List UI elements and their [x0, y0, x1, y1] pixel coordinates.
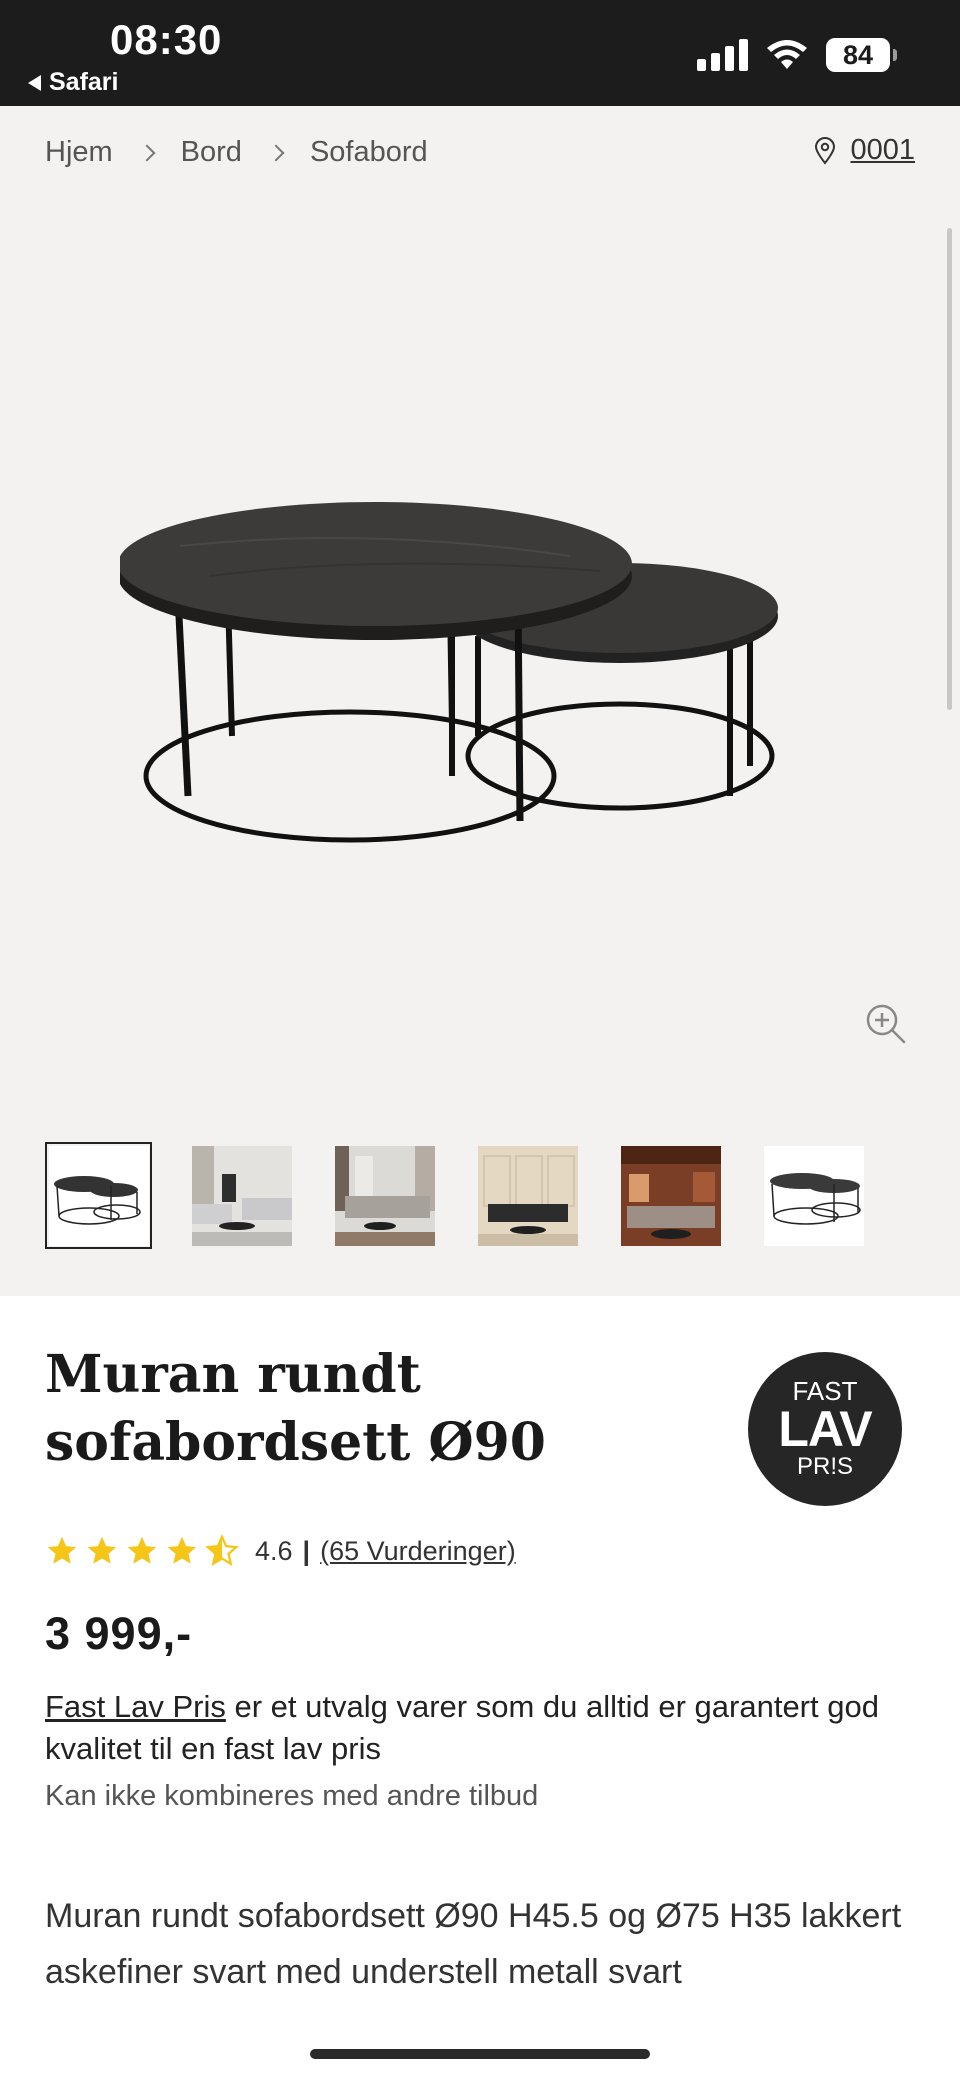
- breadcrumb-home[interactable]: Hjem: [45, 136, 113, 169]
- battery-icon: 84: [826, 38, 897, 72]
- promo-text: Fast Lav Pris er et utvalg varer som du …: [45, 1686, 925, 1770]
- product-description: Muran rundt sofabordsett Ø90 H45.5 og Ø7…: [45, 1897, 902, 1991]
- thumbnail-6[interactable]: [760, 1142, 867, 1249]
- store-location[interactable]: 0001: [814, 134, 915, 167]
- thumbnail-5[interactable]: [617, 1142, 724, 1249]
- status-bar: 08:30 Safari 84: [0, 0, 960, 106]
- star-full-icon: [167, 1536, 197, 1564]
- product-price: 3 999,-: [45, 1608, 193, 1659]
- star-full-icon: [47, 1536, 77, 1564]
- star-full-icon: [87, 1536, 117, 1564]
- promo-note: Kan ikke kombineres med andre tilbud: [45, 1780, 539, 1812]
- breadcrumb-sofabord[interactable]: Sofabord: [310, 136, 428, 169]
- thumbnail-2[interactable]: [188, 1142, 295, 1249]
- product-gallery: Hjem Bord Sofabord 0001: [0, 106, 960, 1296]
- fast-lav-pris-link[interactable]: Fast Lav Pris: [45, 1689, 226, 1724]
- reviews-link[interactable]: (65 Vurderinger): [320, 1536, 516, 1567]
- back-arrow-icon: [28, 74, 41, 91]
- breadcrumb-bord[interactable]: Bord: [181, 136, 242, 169]
- thumbnail-strip: [45, 1142, 903, 1249]
- rating-divider: |: [302, 1535, 311, 1566]
- location-pin-icon: [815, 136, 836, 165]
- back-label: Safari: [49, 68, 119, 96]
- thumbnail-livingroom-image: [191, 1145, 292, 1246]
- product-main-image[interactable]: [120, 436, 840, 856]
- thumbnail-beige-room-image: [477, 1145, 578, 1246]
- thumbnail-sofa-image: [334, 1145, 435, 1246]
- location-code: 0001: [850, 134, 915, 166]
- wifi-icon: [767, 40, 807, 69]
- chevron-right-icon: [138, 144, 156, 161]
- cellular-signal-icon: [697, 39, 748, 71]
- gallery-scrollbar[interactable]: [947, 228, 952, 710]
- fast-lav-pris-badge: FAST LAV PR!S: [748, 1352, 902, 1506]
- status-time: 08:30: [110, 16, 223, 63]
- badge-line-2: LAV: [778, 1401, 872, 1457]
- star-rating: [45, 1534, 239, 1568]
- chevron-right-icon: [267, 144, 285, 161]
- star-full-icon: [127, 1536, 157, 1564]
- thumbnail-tables-image: [48, 1145, 149, 1246]
- home-indicator[interactable]: [310, 2049, 650, 2059]
- status-indicators: 84: [697, 38, 897, 72]
- product-rating: 4.6 | (65 Vurderinger): [45, 1534, 516, 1568]
- thumbnail-4[interactable]: [474, 1142, 581, 1249]
- rating-score: 4.6: [255, 1535, 293, 1566]
- thumbnail-3[interactable]: [331, 1142, 438, 1249]
- product-title: Muran rundt sofabordsett Ø90: [45, 1344, 546, 1473]
- zoom-in-icon[interactable]: [864, 1002, 908, 1046]
- thumbnail-tables-alt-image: [763, 1145, 864, 1246]
- star-half-icon: [205, 1534, 239, 1567]
- thumbnail-1[interactable]: [45, 1142, 152, 1249]
- badge-line-3: PR!S: [796, 1453, 853, 1480]
- thumbnail-cabin-image: [620, 1145, 721, 1246]
- back-to-safari[interactable]: Safari: [28, 68, 118, 97]
- breadcrumb: Hjem Bord Sofabord: [45, 136, 428, 169]
